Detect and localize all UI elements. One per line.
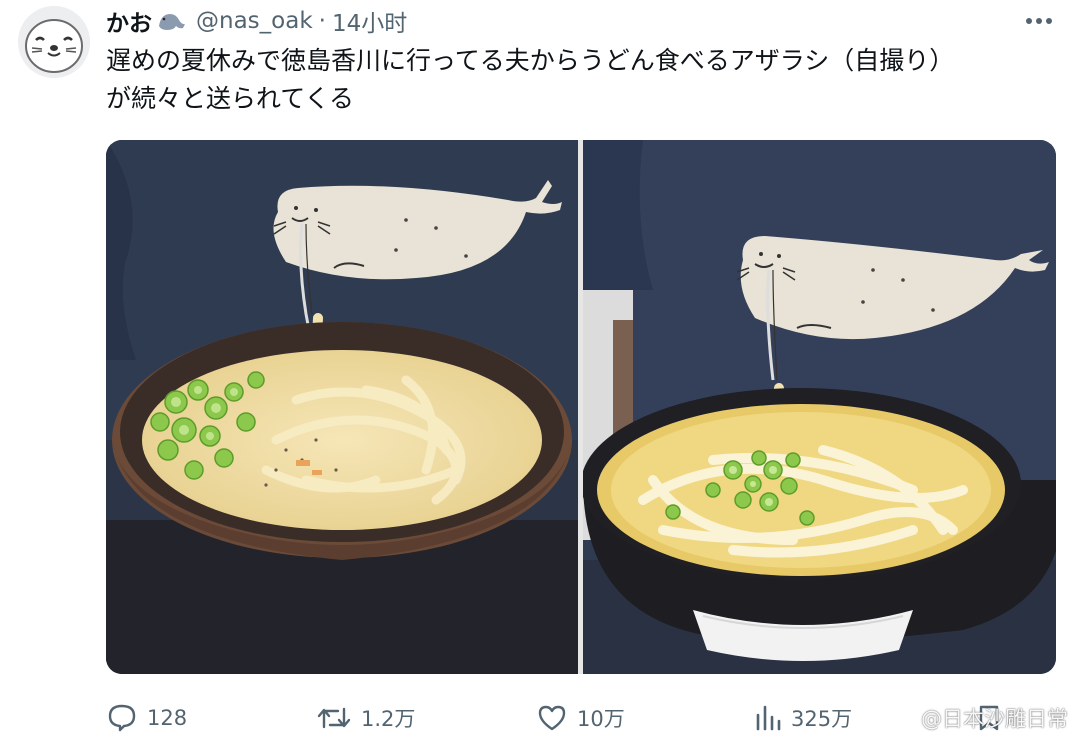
like-count: 10万	[577, 707, 625, 731]
seal-avatar-icon	[18, 6, 90, 78]
retweet-count: 1.2万	[361, 707, 416, 731]
watermark-text: @日本沙雕日常	[921, 707, 1068, 731]
reply-count: 128	[147, 706, 188, 730]
reply-icon	[108, 704, 136, 732]
retweet-icon	[317, 707, 351, 729]
display-name[interactable]: かお	[106, 4, 152, 38]
retweet-button[interactable]: 1.2万	[316, 700, 415, 736]
media-grid	[106, 140, 1056, 674]
tweet-header: かお @nas_oak · 14小时	[106, 4, 407, 38]
bar-chart-icon	[756, 705, 781, 731]
tweet-text: 遅めの夏休みで徳島香川に行ってる夫からうどん食べるアザラシ（自撮り） が続々と送…	[106, 46, 955, 113]
reply-button[interactable]: 128	[106, 700, 187, 736]
heart-icon	[538, 705, 566, 731]
watermark: @日本沙雕日常	[887, 700, 1068, 736]
timestamp[interactable]: 14小时	[332, 4, 407, 38]
photo-left[interactable]	[106, 140, 578, 674]
weibo-logo-icon	[888, 708, 915, 730]
udon-seal-photo-left-icon	[106, 140, 578, 674]
like-button[interactable]: 10万	[536, 700, 625, 736]
avatar[interactable]	[18, 6, 90, 78]
views-button[interactable]: 325万	[754, 700, 852, 736]
photo-right[interactable]	[583, 140, 1056, 674]
more-options-icon[interactable]	[1022, 8, 1056, 34]
user-handle[interactable]: @nas_oak	[196, 8, 313, 34]
views-count: 325万	[791, 707, 853, 731]
udon-seal-photo-right-icon	[583, 140, 1056, 674]
seal-emoji-icon	[156, 10, 186, 32]
separator-dot: ·	[318, 8, 326, 34]
